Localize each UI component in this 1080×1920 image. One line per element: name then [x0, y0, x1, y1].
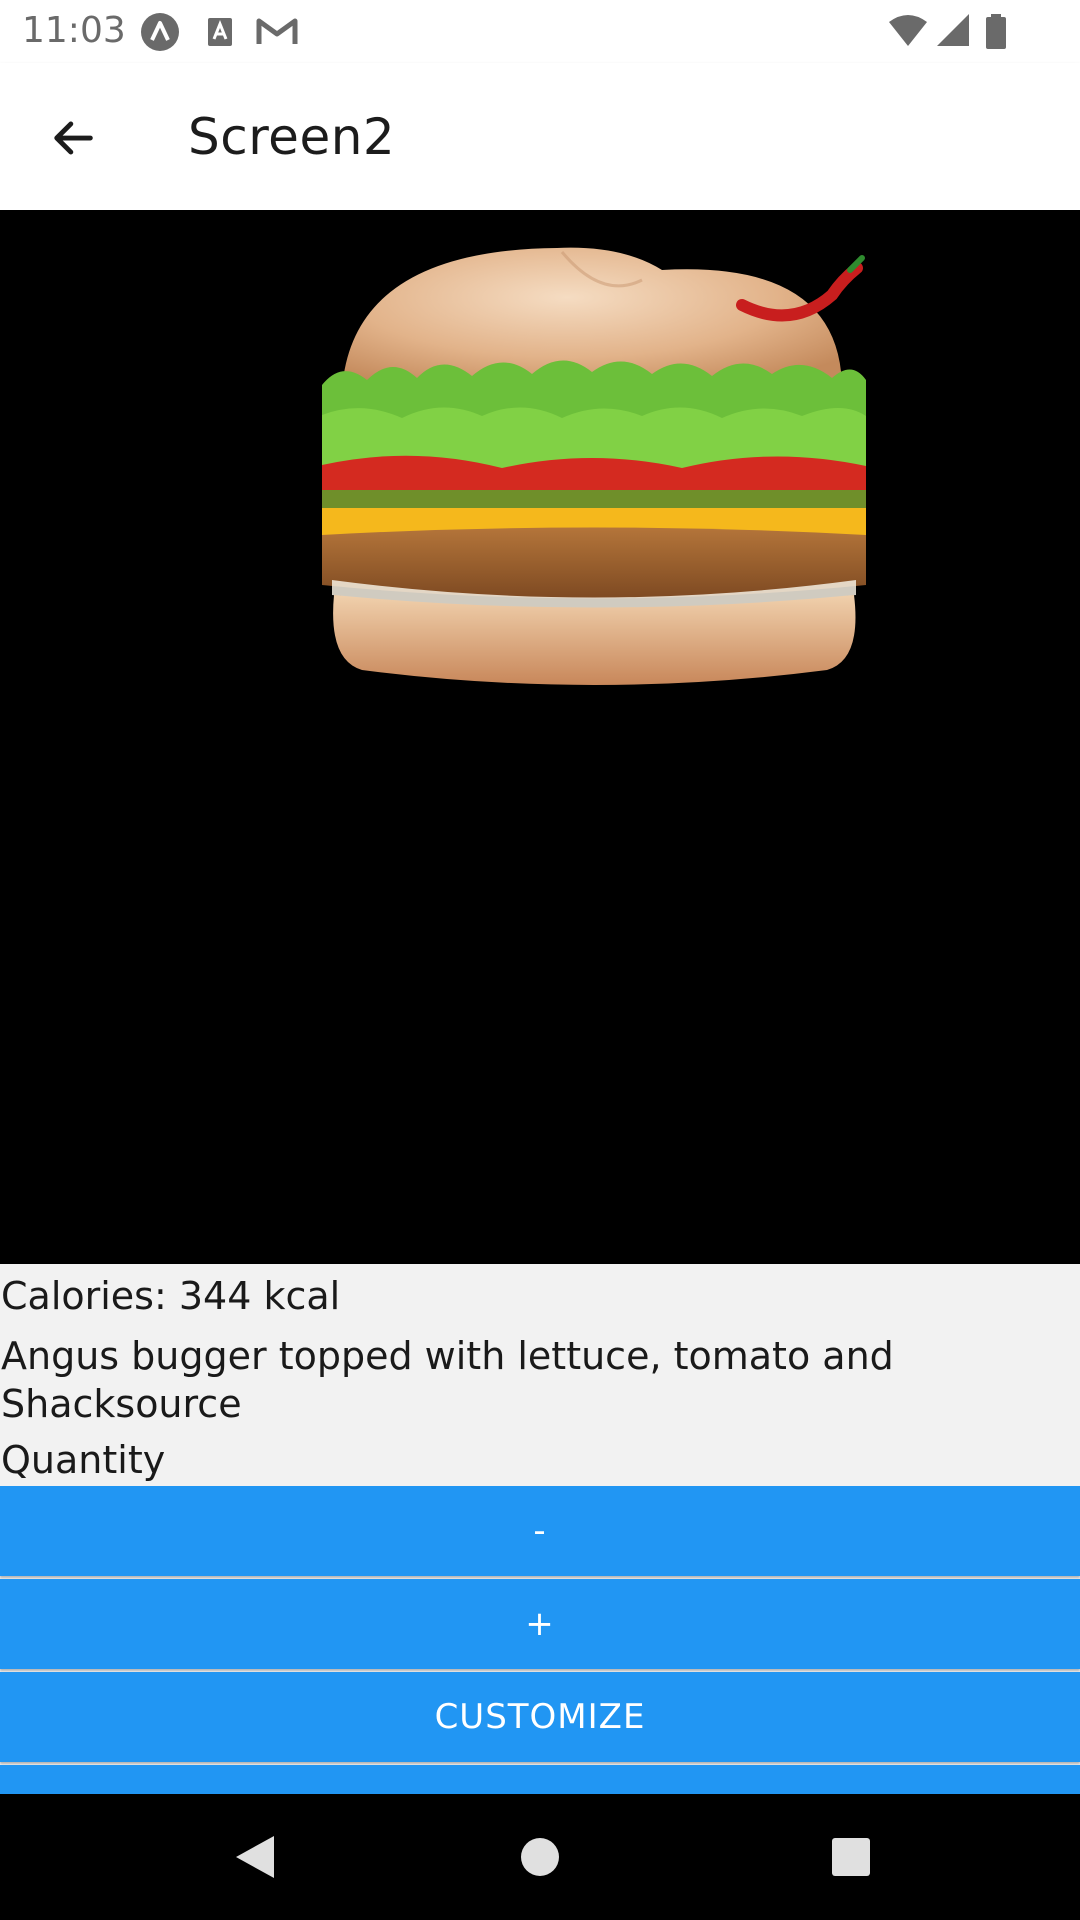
system-nav-bar	[0, 1794, 1080, 1920]
battery-icon	[986, 14, 1006, 49]
wifi-icon	[889, 15, 927, 46]
page-title: Screen2	[188, 108, 396, 166]
decrease-quantity-button[interactable]: -	[0, 1486, 1080, 1576]
gmail-icon	[256, 18, 298, 44]
burger-image	[322, 247, 866, 685]
app-bar: Screen2	[0, 63, 1080, 210]
increase-quantity-button[interactable]: +	[0, 1579, 1080, 1669]
customize-button[interactable]: CUSTOMIZE	[0, 1672, 1080, 1762]
calories-text: Calories: 344 kcal	[1, 1274, 341, 1318]
nav-home-icon	[521, 1838, 559, 1876]
quantity-label: Quantity	[1, 1438, 166, 1482]
description-text: Angus bugger topped with lettuce, tomato…	[1, 1334, 894, 1426]
nav-back-button[interactable]	[222, 1824, 288, 1890]
nav-recents-icon	[832, 1838, 870, 1876]
back-button[interactable]	[38, 103, 108, 173]
status-bar: 11:03	[0, 0, 1080, 63]
nav-home-button[interactable]	[507, 1824, 573, 1890]
status-time: 11:03	[22, 10, 126, 51]
nav-recents-button[interactable]	[818, 1824, 884, 1890]
screen: 11:03 Screen2 Calories: 344 kcal Angus b…	[0, 0, 1080, 1920]
product-image-area	[0, 210, 1080, 1264]
product-details: Calories: 344 kcal Angus bugger topped w…	[0, 1264, 1080, 1484]
cell-signal-icon	[937, 14, 969, 46]
nav-back-icon	[236, 1836, 274, 1878]
notification-a-icon	[141, 13, 179, 51]
arrow-back-icon	[54, 121, 93, 155]
text-a-icon	[208, 18, 232, 46]
partially-visible-button[interactable]	[0, 1765, 1080, 1794]
